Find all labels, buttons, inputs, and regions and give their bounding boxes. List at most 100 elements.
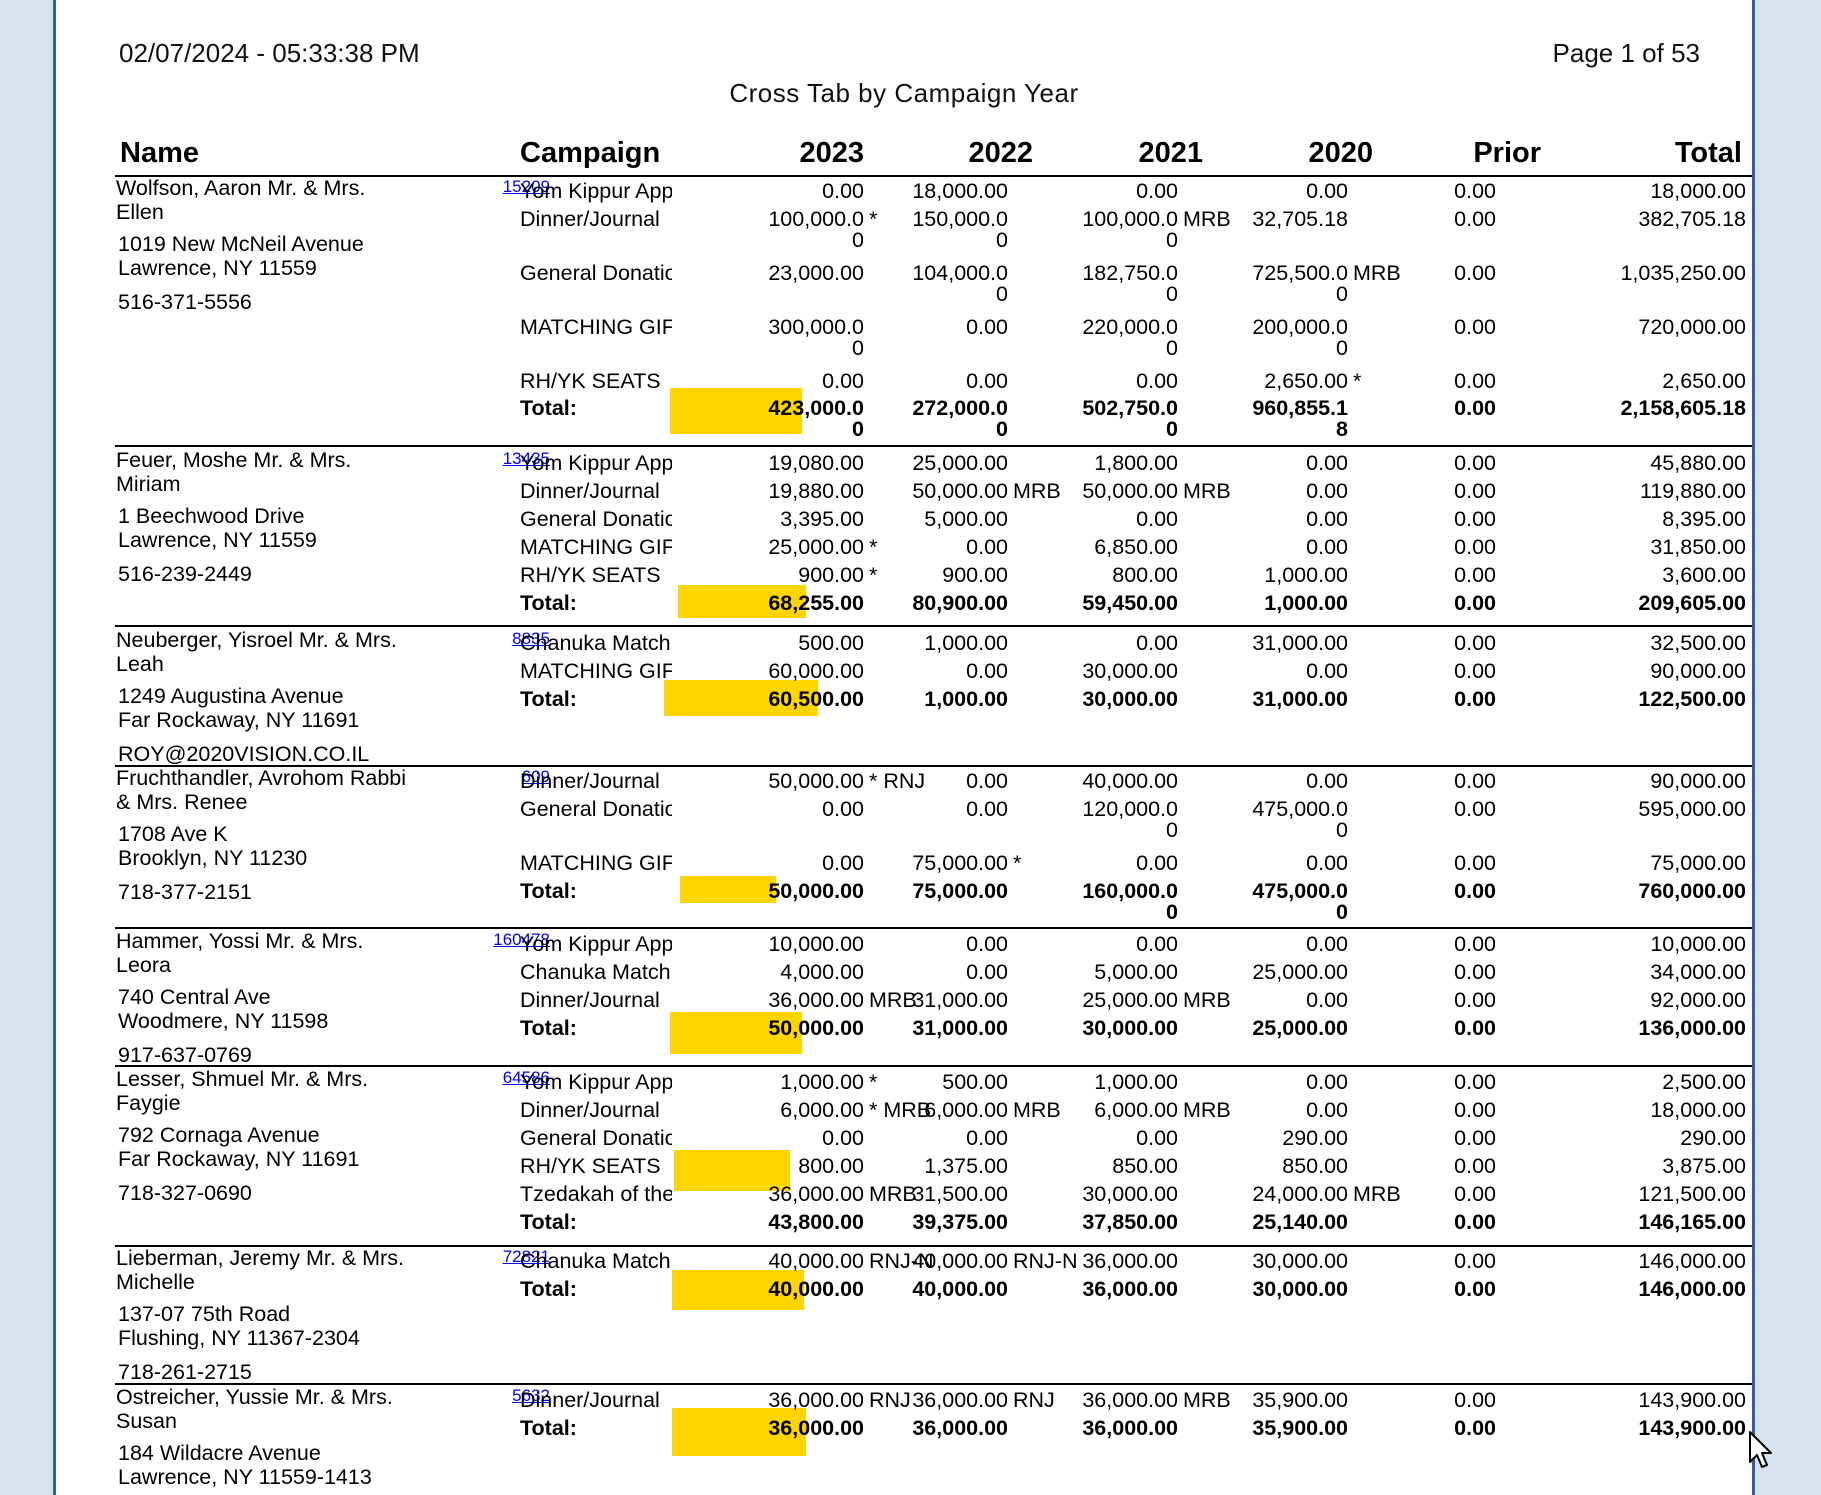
donor-name: Fruchthandler, Avrohom Rabbi [116,766,407,790]
window-frame-right [1752,0,1821,1495]
wrapped-digit: 0 [1336,818,1348,842]
total-2023-highlight [680,876,776,903]
donor-city: Flushing, NY 11367-2304 [118,1326,360,1350]
wrapped-digit: 0 [1336,282,1348,306]
year-2022-cell: 50,000.00 [912,479,1008,503]
campaign-name: Chanuka Match [520,1249,671,1273]
year-2020-cell: 0.00 [1306,1098,1348,1122]
row-total-total: 136,000.00 [1638,1016,1746,1040]
year-2022-cell: 900.00 [942,563,1008,587]
donor-city: Far Rockaway, NY 11691 [118,1147,360,1171]
donor-address: 740 Central Ave [118,985,271,1009]
row-total-cell: 75,000.00 [1650,851,1746,875]
year-2020-cell: 25,000.00 [1252,960,1348,984]
year-2020-cell: 0.00 [1306,851,1348,875]
year-2023-cell: 0.00 [822,797,864,821]
flag-marker: MRB [1013,479,1061,503]
year-2020-cell: 0.00 [1306,451,1348,475]
prior-total: 0.00 [1454,1277,1496,1301]
year-2023-cell: 100,000.0 [768,207,864,231]
total-label: Total: [520,1210,577,1234]
year-2021-cell: 0.00 [1136,369,1178,393]
year-2021-cell: 0.00 [1136,932,1178,956]
flag-marker: MRB [1183,207,1231,231]
year-2023-cell: 900.00 [798,563,864,587]
row-total-total: 146,165.00 [1638,1210,1746,1234]
flag-marker: RNJ [1013,1388,1055,1412]
campaign-name: MATCHING GIFT [520,315,672,339]
year-2021-cell: 6,000.00 [1094,1098,1178,1122]
donor-name: Hammer, Yossi Mr. & Mrs. [116,929,364,953]
donor-address: 184 Wildacre Avenue [118,1441,321,1465]
prior-total: 0.00 [1454,591,1496,615]
row-total-cell: 595,000.00 [1638,797,1746,821]
year-2022-cell: 0.00 [966,960,1008,984]
row-total-cell: 121,500.00 [1638,1182,1746,1206]
donor-address: 792 Cornaga Avenue [118,1123,320,1147]
campaign-name: Dinner/Journal [520,207,660,231]
year-2020-total: 35,900.00 [1252,1416,1348,1440]
year-2021-cell: 0.00 [1136,507,1178,531]
campaign-name: General Donatioi [520,507,672,531]
donor-divider [115,1245,1752,1247]
year-2022-cell: 36,000.00 [912,1388,1008,1412]
campaign-name: MATCHING GIFT [520,659,672,683]
campaign-name: General Donatioi [520,1126,672,1150]
year-2021-cell: 6,850.00 [1094,535,1178,559]
donor-divider [115,765,1752,767]
prior-cell: 0.00 [1454,507,1496,531]
row-total-cell: 18,000.00 [1650,1098,1746,1122]
year-2023-cell: 3,395.00 [780,507,864,531]
row-total-total: 760,000.00 [1638,879,1746,903]
campaign-name: Yom Kippur App [520,1070,672,1094]
year-2023-cell: 25,000.00 [768,535,864,559]
year-2020-cell: 24,000.00 [1252,1182,1348,1206]
flag-marker: * [869,207,878,231]
year-2021-cell: 30,000.00 [1082,1182,1178,1206]
year-2023-cell: 800.00 [798,1154,864,1178]
year-2021-total: 30,000.00 [1082,687,1178,711]
campaign-name: Yom Kippur App [520,179,672,203]
prior-total: 0.00 [1454,396,1496,420]
year-2022-cell: 500.00 [942,1070,1008,1094]
year-2022-total: 80,900.00 [912,591,1008,615]
year-2021-total: 37,850.00 [1082,1210,1178,1234]
row-total-cell: 119,880.00 [1639,479,1746,503]
donor-address: 137-07 75th Road [118,1302,291,1326]
year-2020-cell: 1,000.00 [1264,563,1348,587]
year-2022-cell: 0.00 [966,797,1008,821]
flag-marker: MRB [1183,1098,1231,1122]
wrapped-digit: 0 [852,336,864,360]
year-2023-cell: 0.00 [822,369,864,393]
row-total-cell: 1,035,250.00 [1620,261,1746,285]
donor-city: Far Rockaway, NY 11691 [118,708,360,732]
donor-name-line2: Leah [116,652,164,676]
donor-name-line2: Ellen [116,200,164,224]
column-header-2022: 2022 [968,137,1033,169]
year-2020-total: 25,000.00 [1252,1016,1348,1040]
year-2020-cell: 35,900.00 [1252,1388,1348,1412]
donor-divider [115,1065,1752,1067]
year-2023-cell: 40,000.00 [768,1249,864,1273]
row-total-cell: 45,880.00 [1650,451,1746,475]
flag-marker: MRB [1353,261,1401,285]
donor-contact: 516-239-2449 [118,562,252,586]
year-2021-cell: 1,800.00 [1094,451,1178,475]
year-2021-cell: 5,000.00 [1094,960,1178,984]
year-2021-cell: 100,000.0 [1082,207,1178,231]
donor-name-line2: Michelle [116,1270,195,1294]
wrapped-digit: 0 [1336,900,1348,924]
flag-marker: MRB [1183,1388,1231,1412]
donor-name: Neuberger, Yisroel Mr. & Mrs. [116,628,397,652]
year-2021-cell: 120,000.0 [1082,797,1178,821]
page-indicator: Page 1 of 53 [1552,38,1700,68]
year-2021-cell: 25,000.00 [1082,988,1178,1012]
total-label: Total: [520,591,577,615]
year-2022-cell: 6,000.00 [924,1098,1008,1122]
year-2023-cell: 36,000.00 [768,988,864,1012]
year-2020-cell: 2,650.00 [1264,369,1348,393]
row-total-cell: 90,000.00 [1650,769,1746,793]
year-2021-cell: 0.00 [1136,631,1178,655]
row-total-cell: 92,000.00 [1650,988,1746,1012]
donor-contact: 718-261-2715 [118,1360,252,1384]
